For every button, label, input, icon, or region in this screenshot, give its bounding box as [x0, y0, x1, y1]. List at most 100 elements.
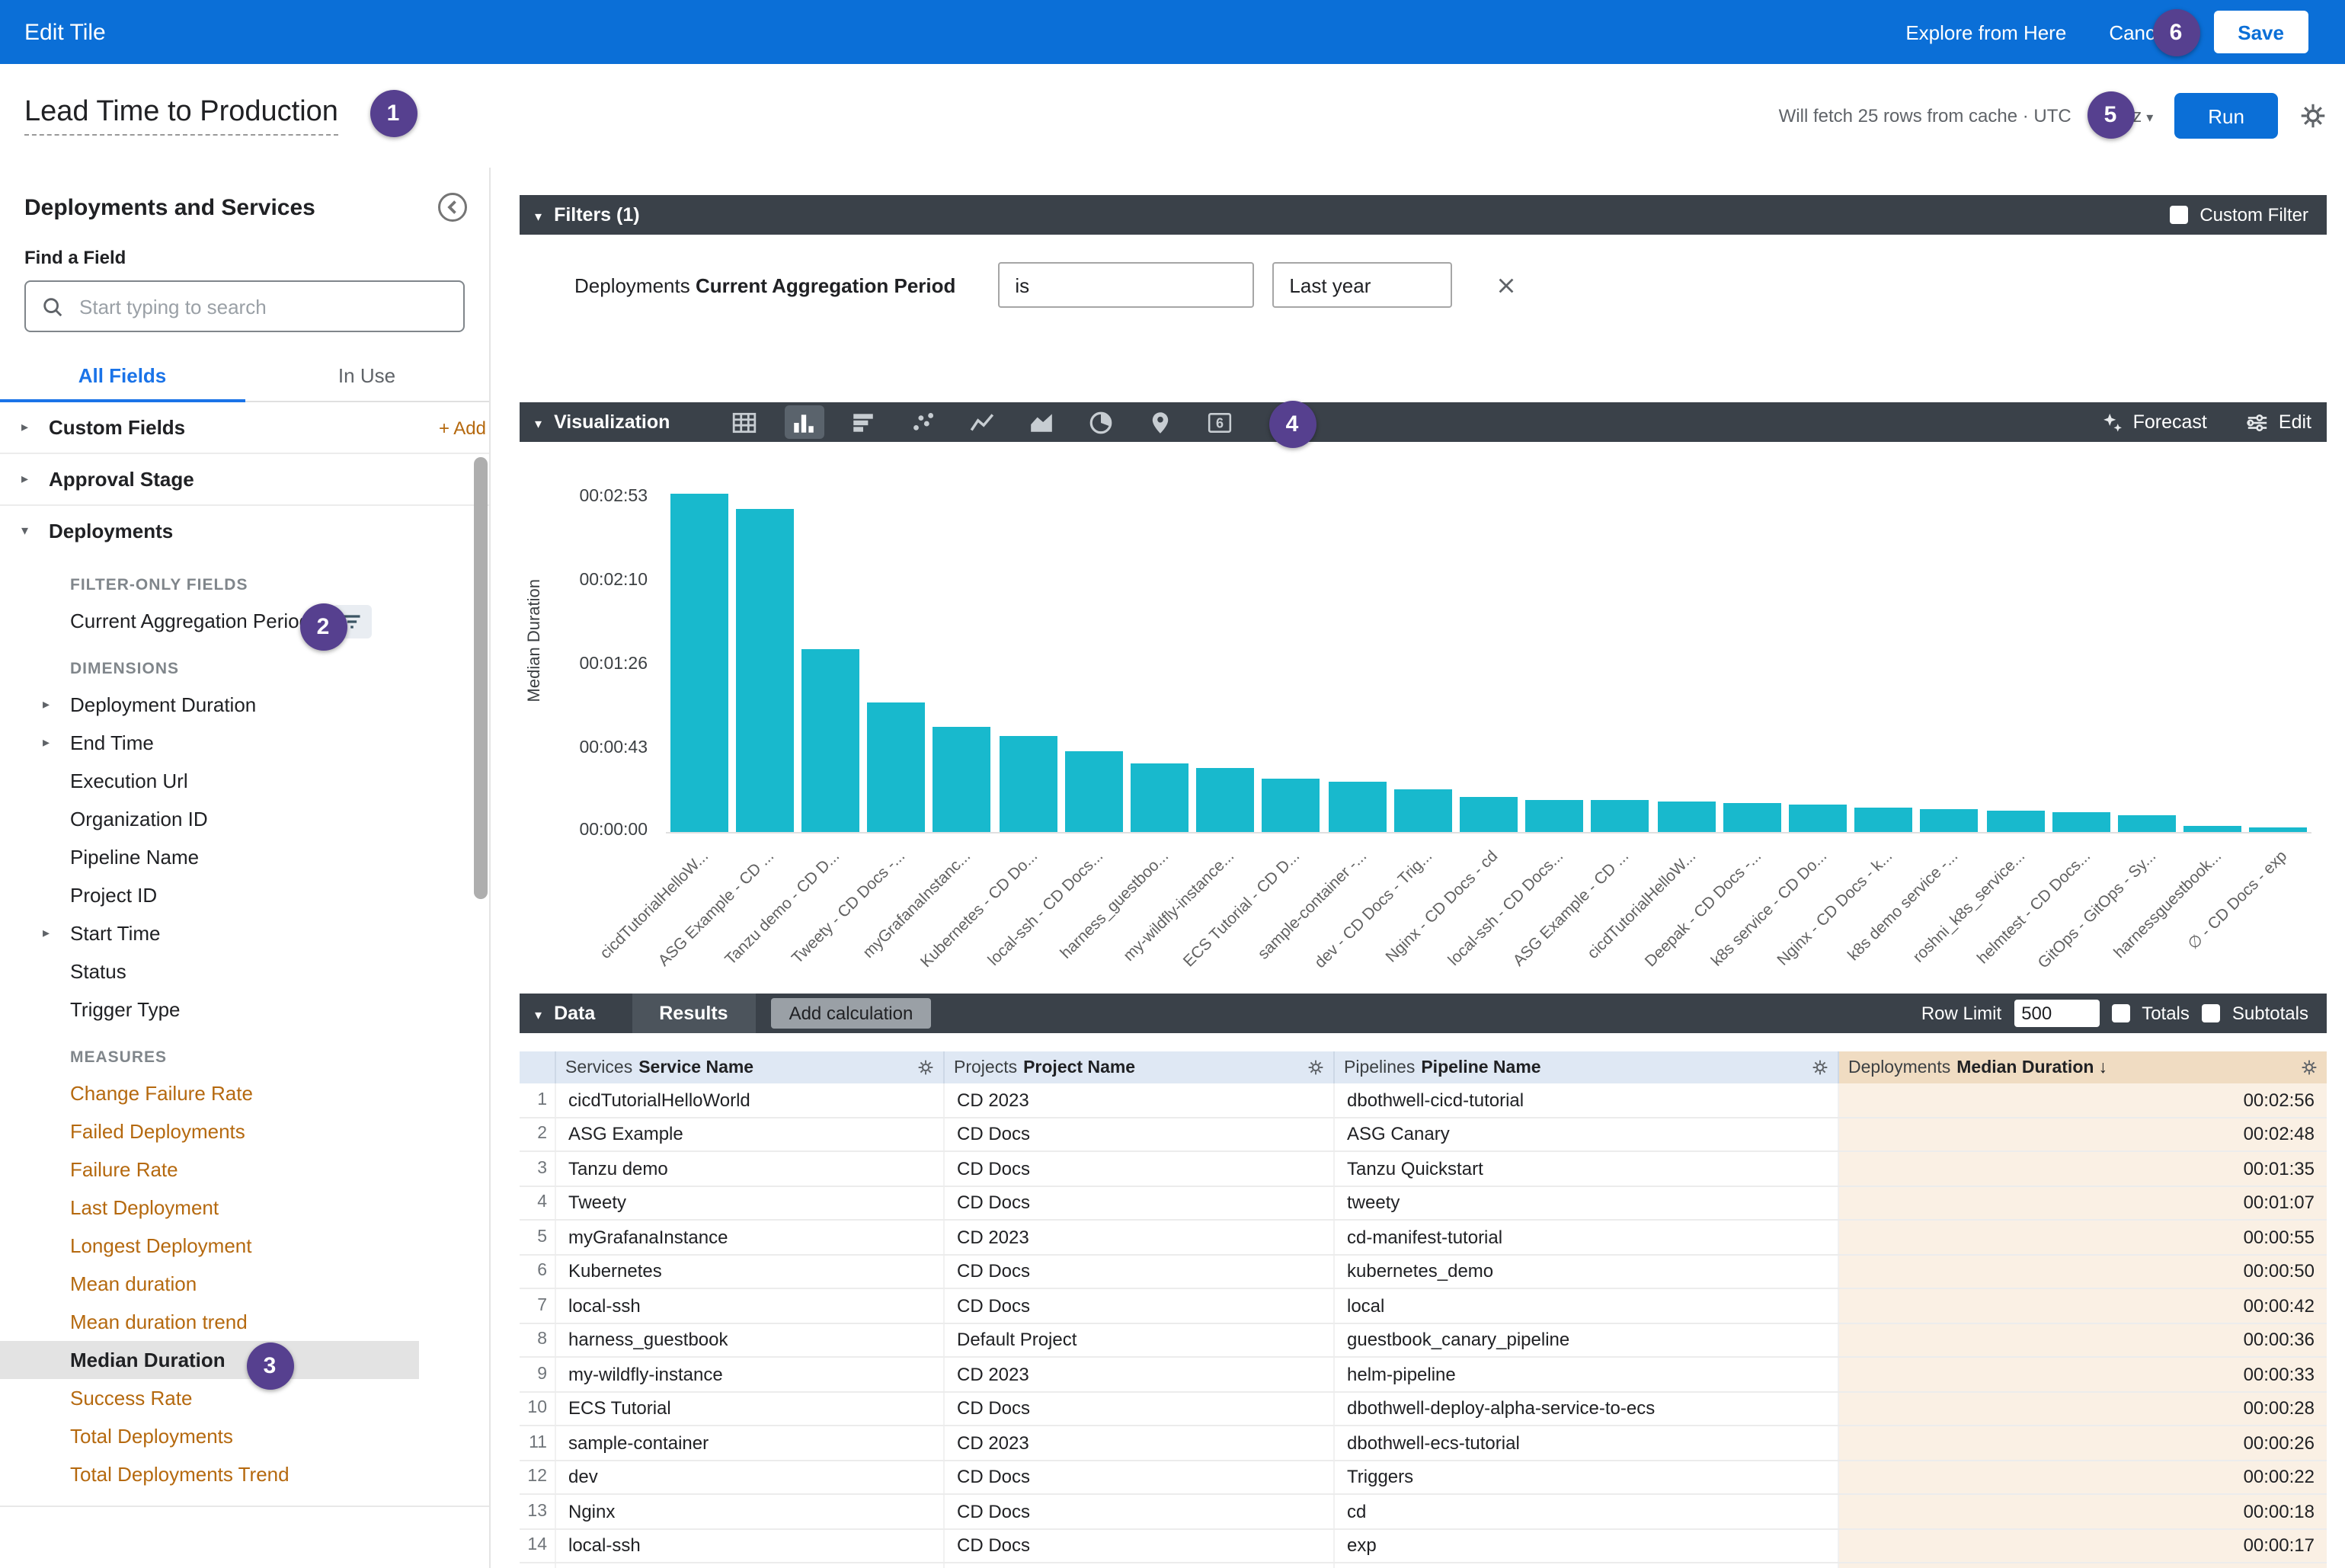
- filter-operator-select[interactable]: is: [998, 262, 1254, 308]
- chart-bar[interactable]: [2118, 815, 2176, 832]
- chart-bar[interactable]: [1921, 809, 1979, 832]
- field-item-deployment-duration[interactable]: ▸Deployment Duration: [0, 686, 489, 724]
- field-group-deployments[interactable]: ▾Deployments2: [0, 504, 489, 556]
- table-row[interactable]: 9my-wildfly-instanceCD 2023helm-pipeline…: [520, 1358, 2327, 1392]
- tile-settings-gear-icon[interactable]: [2299, 102, 2327, 130]
- collapse-visualization-icon[interactable]: [535, 411, 542, 433]
- table-row[interactable]: 3Tanzu demoCD DocsTanzu Quickstart00:01:…: [520, 1152, 2327, 1186]
- table-row[interactable]: 7local-sshCD Docslocal00:00:42: [520, 1289, 2327, 1323]
- chart-bar[interactable]: [1196, 768, 1254, 832]
- collapse-panel-icon[interactable]: [437, 192, 468, 222]
- data-section-bar[interactable]: Data Results Add calculation Row Limit T…: [520, 994, 2327, 1033]
- area-chart-viz-icon[interactable]: [1022, 405, 1061, 439]
- field-item-mean-duration-trend[interactable]: Mean duration trend: [0, 1303, 489, 1341]
- expand-arrow-icon[interactable]: ▸: [43, 925, 50, 942]
- chart-bar[interactable]: [1657, 802, 1715, 832]
- scatter-viz-icon[interactable]: [903, 405, 942, 439]
- table-row[interactable]: 14local-sshCD Docsexp00:00:17: [520, 1529, 2327, 1563]
- field-item-failed-deployments[interactable]: Failed Deployments: [0, 1112, 489, 1150]
- table-row[interactable]: 15ASG ExampleCD DocsASG Rolling00:00:17: [520, 1563, 2327, 1568]
- field-item-project-id[interactable]: Project ID: [0, 876, 489, 914]
- pie-chart-viz-icon[interactable]: [1081, 405, 1121, 439]
- chart-bar[interactable]: [1328, 782, 1386, 832]
- chart-bar[interactable]: [999, 736, 1057, 832]
- column-header-pipeline-name[interactable]: PipelinesPipeline Name: [1335, 1051, 1839, 1083]
- chart-bar[interactable]: [1262, 779, 1320, 832]
- table-row[interactable]: 13NginxCD Docscd00:00:18: [520, 1495, 2327, 1529]
- field-item-change-failure-rate[interactable]: Change Failure Rate: [0, 1074, 489, 1112]
- field-item-total-deployments[interactable]: Total Deployments: [0, 1417, 489, 1455]
- field-item-mean-duration[interactable]: Mean duration: [0, 1265, 489, 1303]
- chart-bar[interactable]: [1986, 811, 2044, 832]
- chart-bar[interactable]: [2183, 826, 2241, 832]
- table-row[interactable]: 6KubernetesCD Docskubernetes_demo00:00:5…: [520, 1255, 2327, 1289]
- column-header-project-name[interactable]: ProjectsProject Name: [945, 1051, 1335, 1083]
- custom-filter-checkbox[interactable]: [2169, 206, 2187, 224]
- field-item-end-time[interactable]: ▸End Time: [0, 724, 489, 762]
- table-viz-icon[interactable]: [725, 405, 764, 439]
- column-gear-icon[interactable]: [1812, 1059, 1828, 1076]
- run-button[interactable]: Run: [2174, 93, 2278, 139]
- chart-bar[interactable]: [1592, 800, 1649, 832]
- chart-bar[interactable]: [670, 494, 728, 832]
- column-gear-icon[interactable]: [2301, 1059, 2318, 1076]
- subtotals-checkbox[interactable]: [2202, 1004, 2220, 1022]
- totals-checkbox[interactable]: [2111, 1004, 2129, 1022]
- table-row[interactable]: 10ECS TutorialCD Docsdbothwell-deploy-al…: [520, 1392, 2327, 1426]
- add-custom-field-link[interactable]: + Add: [439, 417, 489, 438]
- field-item-organization-id[interactable]: Organization ID: [0, 800, 489, 838]
- column-header-median-duration[interactable]: DeploymentsMedian Duration↓: [1839, 1051, 2327, 1083]
- chart-bar[interactable]: [1789, 805, 1847, 832]
- field-search[interactable]: [24, 280, 465, 332]
- table-row[interactable]: 1cicdTutorialHelloWorldCD 2023dbothwell-…: [520, 1083, 2327, 1118]
- visualization-section-bar[interactable]: Visualization 6 Forecast Edit: [520, 402, 2327, 442]
- chart-bar[interactable]: [1723, 803, 1781, 832]
- expand-arrow-icon[interactable]: ▸: [21, 471, 28, 488]
- save-button[interactable]: Save: [2213, 11, 2308, 53]
- row-limit-input[interactable]: [2014, 1000, 2099, 1027]
- field-item-failure-rate[interactable]: Failure Rate: [0, 1150, 489, 1189]
- chart-bar[interactable]: [1525, 800, 1583, 832]
- table-row[interactable]: 11sample-containerCD 2023dbothwell-ecs-t…: [520, 1426, 2327, 1461]
- edit-viz-button[interactable]: Edit: [2247, 411, 2311, 434]
- tab-all-fields[interactable]: All Fields: [0, 350, 245, 402]
- chart-bar[interactable]: [867, 702, 925, 832]
- explore-from-here-button[interactable]: Explore from Here: [1905, 21, 2066, 43]
- column-gear-icon[interactable]: [1307, 1059, 1324, 1076]
- column-chart-viz-icon[interactable]: [784, 405, 824, 439]
- filter-value-select[interactable]: Last year: [1272, 262, 1452, 308]
- field-item-success-rate[interactable]: Success Rate: [0, 1379, 489, 1417]
- collapse-filters-icon[interactable]: [535, 204, 542, 226]
- add-calculation-button[interactable]: Add calculation: [771, 998, 932, 1029]
- table-row[interactable]: 12devCD DocsTriggers00:00:22: [520, 1461, 2327, 1495]
- table-row[interactable]: 2ASG ExampleCD DocsASG Canary00:02:48: [520, 1118, 2327, 1152]
- field-item-longest-deployment[interactable]: Longest Deployment: [0, 1227, 489, 1265]
- field-item-total-deployments-trend[interactable]: Total Deployments Trend: [0, 1455, 489, 1493]
- single-value-viz-icon[interactable]: 6: [1200, 405, 1240, 439]
- chart-bar[interactable]: [933, 727, 991, 832]
- field-item-status[interactable]: Status: [0, 952, 489, 990]
- column-header-service-name[interactable]: ServicesService Name: [556, 1051, 945, 1083]
- expand-arrow-icon[interactable]: ▸: [21, 419, 28, 436]
- remove-filter-icon[interactable]: [1495, 274, 1518, 296]
- chart-bar[interactable]: [1460, 797, 1518, 832]
- sidebar-scrollbar[interactable]: [474, 457, 488, 899]
- chart-bar[interactable]: [1394, 789, 1452, 832]
- field-group-custom-fields[interactable]: ▸Custom Fields+ Add: [0, 402, 489, 453]
- chart-bar[interactable]: [1065, 751, 1123, 832]
- line-chart-viz-icon[interactable]: [962, 405, 1002, 439]
- field-item-last-deployment[interactable]: Last Deployment: [0, 1189, 489, 1227]
- expand-arrow-icon[interactable]: ▸: [43, 696, 50, 713]
- expand-arrow-icon[interactable]: ▾: [21, 523, 28, 539]
- field-item-start-time[interactable]: ▸Start Time: [0, 914, 489, 952]
- chart-bar[interactable]: [2250, 827, 2308, 832]
- filters-section-bar[interactable]: Filters (1) Custom Filter: [520, 195, 2327, 235]
- tile-title-editable[interactable]: Lead Time to Production: [24, 96, 338, 136]
- chart-bar[interactable]: [1131, 763, 1188, 832]
- field-group-approval-stage[interactable]: ▸Approval Stage: [0, 453, 489, 504]
- chart-bar[interactable]: [2052, 812, 2110, 832]
- table-row[interactable]: 5myGrafanaInstanceCD 2023cd-manifest-tut…: [520, 1221, 2327, 1255]
- expand-arrow-icon[interactable]: ▸: [43, 734, 50, 751]
- field-item-execution-url[interactable]: Execution Url: [0, 762, 489, 800]
- chart-bar[interactable]: [1854, 808, 1912, 832]
